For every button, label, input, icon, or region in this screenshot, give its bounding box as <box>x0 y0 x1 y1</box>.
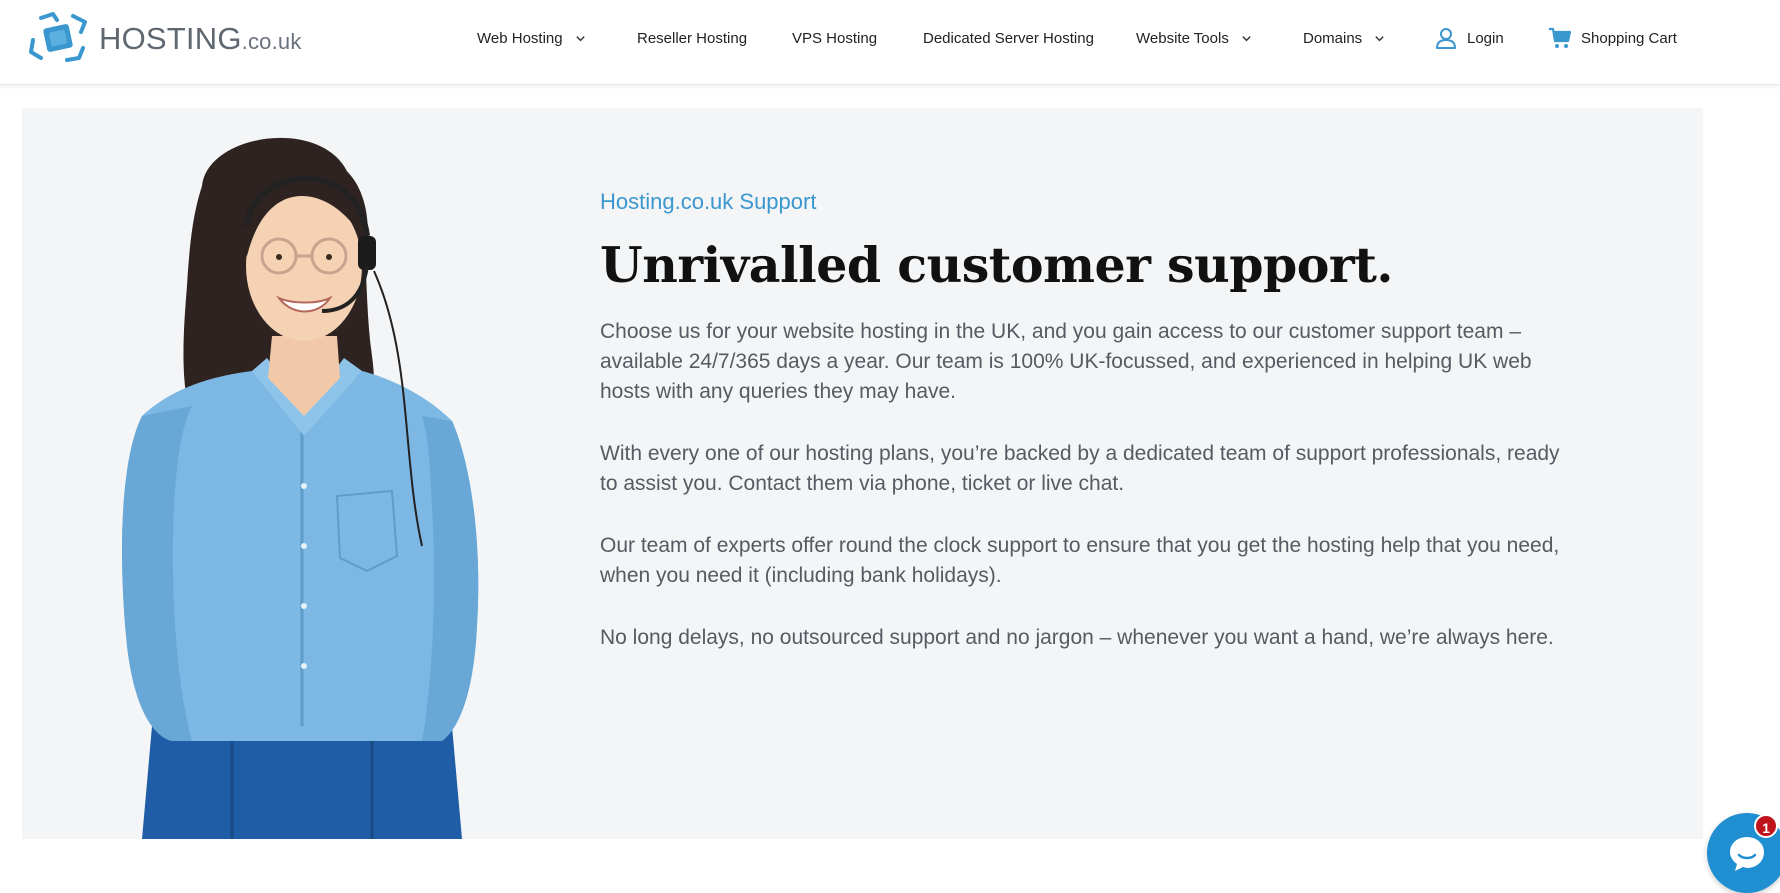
nav-web-hosting-label: Web Hosting <box>477 29 563 47</box>
nav-dedicated-server-hosting[interactable]: Dedicated Server Hosting <box>923 26 1094 50</box>
chevron-down-icon <box>1242 35 1251 41</box>
nav-vps-hosting[interactable]: VPS Hosting <box>792 26 877 50</box>
nav-shopping-cart[interactable]: Shopping Cart <box>1548 26 1677 50</box>
nav-website-tools[interactable]: Website Tools <box>1136 26 1252 50</box>
support-hero: Hosting.co.uk Support Unrivalled custome… <box>22 108 1703 839</box>
main-nav: Web Hosting Reseller Hosting VPS Hosting… <box>0 0 1780 76</box>
nav-login-label: Login <box>1467 29 1504 47</box>
hero-paragraph: Choose us for your website hosting in th… <box>600 319 1532 403</box>
user-icon <box>1436 28 1456 49</box>
cart-icon <box>1549 27 1572 48</box>
nav-domains[interactable]: Domains <box>1303 26 1385 50</box>
chat-notification-badge: 1 <box>1754 814 1778 838</box>
nav-vps-hosting-label: VPS Hosting <box>792 29 878 47</box>
nav-login[interactable]: Login <box>1434 26 1504 50</box>
hero-paragraph: Our team of experts offer round the cloc… <box>600 533 1560 587</box>
nav-web-hosting[interactable]: Web Hosting <box>477 26 586 50</box>
nav-domains-label: Domains <box>1303 29 1363 47</box>
hero-content: Hosting.co.uk Support Unrivalled custome… <box>600 188 1560 685</box>
support-agent-photo <box>122 137 479 839</box>
nav-reseller-hosting[interactable]: Reseller Hosting <box>637 26 747 50</box>
nav-website-tools-label: Website Tools <box>1136 29 1229 47</box>
chevron-down-icon <box>1375 35 1384 41</box>
hero-eyebrow: Hosting.co.uk Support <box>600 189 817 214</box>
nav-shopping-cart-label: Shopping Cart <box>1581 29 1677 47</box>
site-header: HOSTING .co.uk Web Hosting Reseller Hosti… <box>0 0 1780 85</box>
chat-bubble-icon <box>1730 837 1764 871</box>
chevron-down-icon <box>575 35 585 41</box>
hero-headline: Unrivalled customer support. <box>600 235 1393 294</box>
hero-paragraph: No long delays, no outsourced support an… <box>600 625 1554 649</box>
nav-dedicated-server-hosting-label: Dedicated Server Hosting <box>923 29 1094 47</box>
nav-reseller-hosting-label: Reseller Hosting <box>637 29 748 47</box>
hero-paragraph: With every one of our hosting plans, you… <box>600 441 1560 495</box>
